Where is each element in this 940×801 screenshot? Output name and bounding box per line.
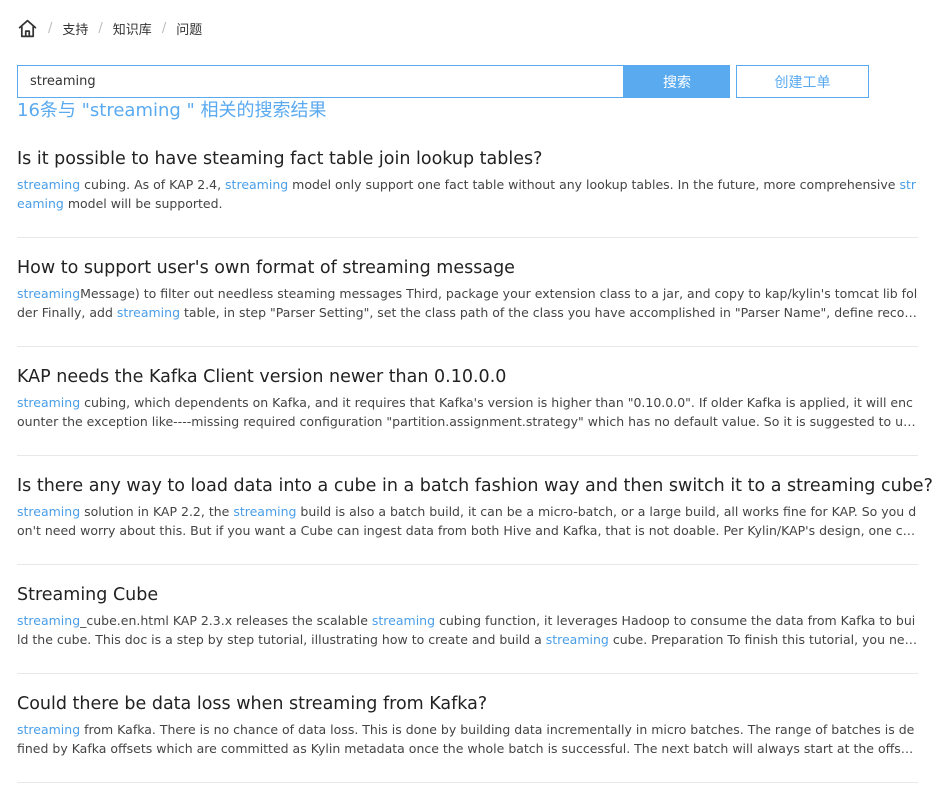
snippet-highlight: streaming [17, 722, 81, 737]
result-snippet: streaming_cube.en.html KAP 2.3.x release… [17, 611, 918, 649]
result-item: Is it possible to have steaming fact tab… [17, 147, 918, 238]
snippet-text: _cube.en.html KAP 2.3.x releases the sca… [80, 613, 372, 628]
search-bar: 搜索 创建工单 [17, 65, 869, 98]
snippet-highlight: streaming [225, 177, 289, 192]
snippet-highlight: streaming [17, 613, 81, 628]
breadcrumb-separator: / [161, 20, 167, 36]
snippet-text: cubing. As of KAP 2.4, [80, 177, 226, 192]
result-title[interactable]: Is there any way to load data into a cub… [17, 474, 933, 498]
search-button[interactable]: 搜索 [624, 65, 730, 98]
result-item: Could there be data loss when streaming … [17, 692, 918, 783]
snippet-highlight: streaming [17, 504, 81, 519]
breadcrumb-item-questions: 问题 [176, 22, 203, 38]
result-snippet: streaming cubing. As of KAP 2.4, streami… [17, 175, 918, 213]
create-ticket-button[interactable]: 创建工单 [736, 65, 869, 98]
snippet-text: cubing, which dependents on Kafka, and i… [17, 395, 913, 429]
snippet-highlight: streaming [17, 395, 81, 410]
result-title[interactable]: KAP needs the Kafka Client version newer… [17, 365, 918, 389]
snippet-highlight: streaming [233, 504, 297, 519]
snippet-text: from Kafka. There is no chance of data l… [17, 722, 915, 756]
breadcrumb-item-support[interactable]: 支持 [62, 19, 88, 38]
result-title[interactable]: Is it possible to have steaming fact tab… [17, 147, 918, 171]
result-count: 16条与 "streaming " 相关的搜索结果 [17, 100, 327, 121]
result-snippet: streaming solution in KAP 2.2, the strea… [17, 502, 918, 540]
result-snippet: streaming from Kafka. There is no chance… [17, 720, 918, 758]
snippet-highlight: streaming [545, 632, 609, 647]
snippet-highlight: streaming [116, 305, 181, 320]
snippet-text: solution in KAP 2.2, the [80, 504, 234, 519]
result-item: KAP needs the Kafka Client version newer… [17, 365, 918, 456]
snippet-highlight: streaming [17, 177, 81, 192]
breadcrumb-separator: / [48, 20, 53, 36]
breadcrumb: / 支持 / 知识库 / 问题 [17, 17, 202, 39]
breadcrumb-item-knowledge-base[interactable]: 知识库 [113, 19, 152, 38]
search-input[interactable] [17, 65, 624, 98]
results-list: Is it possible to have steaming fact tab… [17, 142, 933, 801]
breadcrumb-separator: / [98, 20, 103, 36]
home-icon[interactable] [17, 18, 38, 39]
snippet-text: model only support one fact table withou… [288, 177, 900, 192]
result-item: Streaming Cube streaming_cube.en.html KA… [17, 583, 918, 674]
snippet-text: model will be supported. [63, 196, 223, 211]
result-snippet: streaming cubing, which dependents on Ka… [17, 393, 918, 431]
result-item: Is there any way to load data into a cub… [17, 474, 933, 565]
result-title[interactable]: Could there be data loss when streaming … [17, 692, 918, 716]
snippet-highlight: streaming [17, 286, 81, 301]
snippet-highlight: streaming [371, 613, 436, 628]
result-snippet: streamingMessage) to filter out needless… [17, 284, 918, 322]
result-title[interactable]: How to support user's own format of stre… [17, 256, 918, 280]
result-item: How to support user's own format of stre… [17, 256, 918, 347]
result-title[interactable]: Streaming Cube [17, 583, 918, 607]
